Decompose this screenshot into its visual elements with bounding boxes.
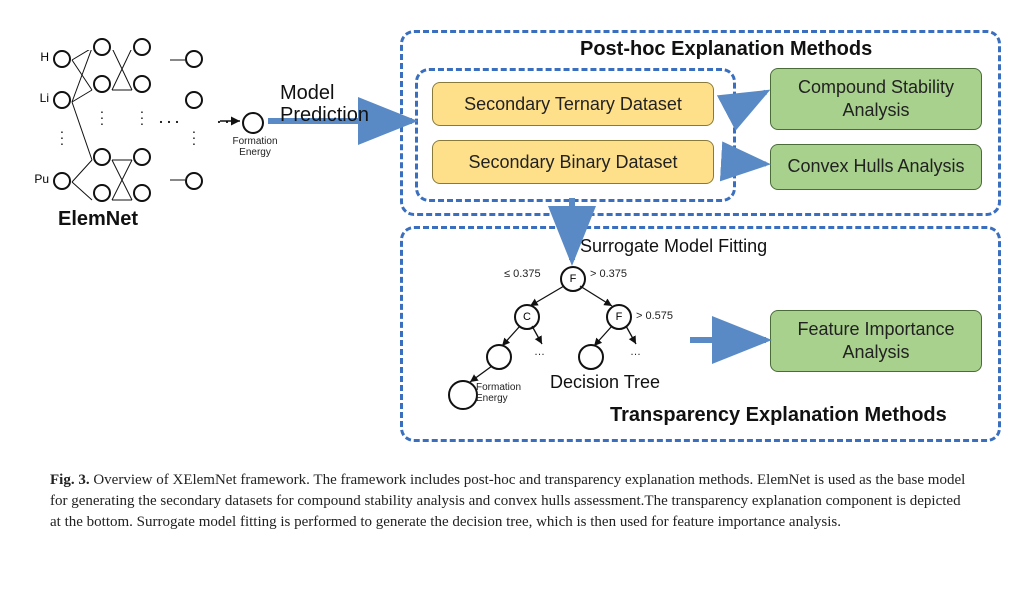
fitting-label: Surrogate Model Fitting xyxy=(580,236,767,257)
input-node xyxy=(53,172,71,190)
output-node xyxy=(242,112,264,134)
formation-energy-label: FormationEnergy xyxy=(225,136,285,158)
input-h-label: H xyxy=(40,50,49,64)
tree-dots-2: … xyxy=(630,346,641,358)
tree-right-node: F xyxy=(606,304,632,330)
hdots: ··· xyxy=(216,112,240,133)
xelemnet-diagram: H Li ··· Pu ··· ··· xyxy=(20,20,1004,450)
tree-leaf-node xyxy=(578,344,604,370)
convex-hulls-box: Convex Hulls Analysis xyxy=(770,144,982,190)
hidden-node xyxy=(93,184,111,202)
stability-label: Compound StabilityAnalysis xyxy=(798,76,954,123)
hidden-node xyxy=(133,75,151,93)
input-node xyxy=(53,91,71,109)
hidden-node xyxy=(93,38,111,56)
elemnet-title: ElemNet xyxy=(58,208,138,231)
hidden-node xyxy=(93,148,111,166)
tree-leaf-label: FormationEnergy xyxy=(476,382,530,404)
elemnet-network: H Li ··· Pu ··· ··· xyxy=(30,50,240,210)
binary-dataset-box: Secondary Binary Dataset xyxy=(432,140,714,184)
hdots: ··· xyxy=(158,112,182,133)
feature-label: Feature ImportanceAnalysis xyxy=(797,318,954,365)
binary-label: Secondary Binary Dataset xyxy=(468,152,677,173)
rr-thresh: > 0.575 xyxy=(636,310,673,322)
vdots: ··· xyxy=(100,111,105,129)
hidden-node xyxy=(93,75,111,93)
vdots: ··· xyxy=(60,131,65,149)
hidden-node xyxy=(185,91,203,109)
model-prediction-label: ModelPrediction xyxy=(280,82,369,126)
decision-tree-label: Decision Tree xyxy=(550,372,660,393)
ternary-dataset-box: Secondary Ternary Dataset xyxy=(432,82,714,126)
figure-caption: Fig. 3. Overview of XElemNet framework. … xyxy=(20,470,1004,533)
tree-left-node: C xyxy=(514,304,540,330)
vdots: ··· xyxy=(192,131,197,149)
hidden-node xyxy=(133,38,151,56)
input-li-label: Li xyxy=(40,91,49,105)
tree-dots-1: … xyxy=(534,346,545,358)
caption-text: Overview of XElemNet framework. The fram… xyxy=(50,472,965,530)
feature-importance-box: Feature ImportanceAnalysis xyxy=(770,310,982,372)
stability-analysis-box: Compound StabilityAnalysis xyxy=(770,68,982,130)
hidden-node xyxy=(185,50,203,68)
tree-root-node: F xyxy=(560,266,586,292)
hidden-node xyxy=(133,184,151,202)
ternary-label: Secondary Ternary Dataset xyxy=(464,94,682,115)
hidden-node xyxy=(133,148,151,166)
posthoc-title: Post-hoc Explanation Methods xyxy=(580,38,872,61)
input-pu-label: Pu xyxy=(34,172,49,186)
hidden-node xyxy=(185,172,203,190)
left-thresh: ≤ 0.375 xyxy=(504,268,541,280)
decision-tree: F ≤ 0.375 > 0.375 C F > 0.575 … … Format… xyxy=(430,260,710,420)
tree-leaf-node xyxy=(486,344,512,370)
right-thresh: > 0.375 xyxy=(590,268,627,280)
vdots: ··· xyxy=(140,111,145,129)
fig-number: Fig. 3. xyxy=(50,472,90,488)
tree-formation-node xyxy=(448,380,478,410)
hulls-label: Convex Hulls Analysis xyxy=(787,155,964,178)
input-node xyxy=(53,50,71,68)
